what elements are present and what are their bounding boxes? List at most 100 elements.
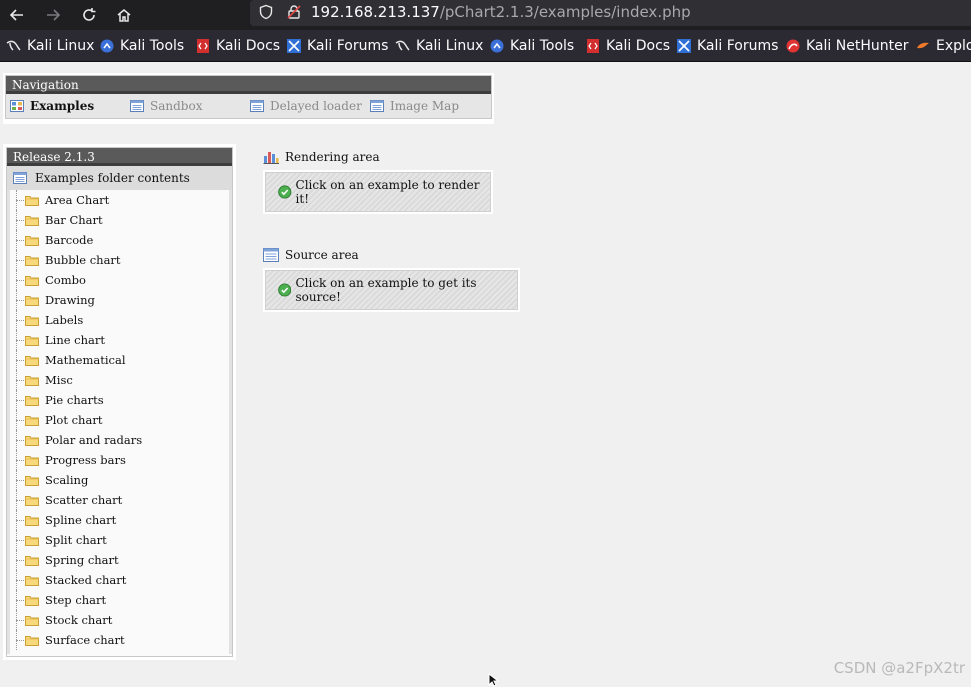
kali-docs-icon bbox=[585, 38, 601, 54]
url-path: /pChart2.1.3/examples/index.php bbox=[439, 3, 691, 21]
tab-delayed-loader[interactable]: Delayed loader bbox=[250, 94, 362, 118]
folder-item[interactable]: Split chart bbox=[10, 530, 229, 550]
reload-icon bbox=[83, 8, 96, 21]
folder-icon bbox=[25, 416, 39, 426]
home-button[interactable] bbox=[112, 3, 136, 27]
folder-icon bbox=[25, 236, 39, 246]
folder-label: Bar Chart bbox=[45, 213, 103, 227]
folder-label: Mathematical bbox=[45, 353, 126, 367]
folder-label: Labels bbox=[45, 313, 84, 327]
bookmark-kali-forums-2[interactable]: Kali Forums bbox=[676, 37, 778, 55]
folder-label: Surface chart bbox=[45, 633, 125, 647]
folder-icon bbox=[25, 436, 39, 446]
folder-icon bbox=[25, 636, 39, 646]
bookmark-kali-tools-2[interactable]: Kali Tools bbox=[489, 37, 574, 55]
folder-item[interactable]: Scaling bbox=[10, 470, 229, 490]
folder-item[interactable]: Bubble chart bbox=[10, 250, 229, 270]
source-area-title: Source area bbox=[263, 248, 359, 262]
folder-item[interactable]: Step chart bbox=[10, 590, 229, 610]
folder-contents-heading: Examples folder contents bbox=[7, 166, 232, 190]
list-window-icon bbox=[130, 100, 144, 112]
folder-item[interactable]: Stacked chart bbox=[10, 570, 229, 590]
folder-item[interactable]: Plot chart bbox=[10, 410, 229, 430]
folder-icon bbox=[25, 556, 39, 566]
kali-dragon-icon bbox=[395, 38, 411, 54]
folder-icon bbox=[25, 536, 39, 546]
folder-label: Split chart bbox=[45, 533, 107, 547]
bookmark-kali-forums[interactable]: Kali Forums bbox=[286, 37, 388, 55]
bookmark-kali-tools[interactable]: Kali Tools bbox=[99, 37, 184, 55]
folder-label: Progress bars bbox=[45, 453, 126, 467]
bookmark-exploit-db[interactable]: Exploit-DB bbox=[915, 37, 971, 55]
list-window-icon bbox=[263, 248, 279, 262]
folder-item[interactable]: Polar and radars bbox=[10, 430, 229, 450]
folder-label: Pie charts bbox=[45, 393, 104, 407]
forward-arrow-icon bbox=[47, 9, 61, 21]
folder-item[interactable]: Barcode bbox=[10, 230, 229, 250]
folder-item[interactable]: Stock chart bbox=[10, 610, 229, 630]
back-arrow-icon bbox=[9, 9, 23, 21]
tab-sandbox[interactable]: Sandbox bbox=[130, 94, 202, 118]
kali-tools-icon bbox=[489, 38, 505, 54]
url-text[interactable]: 192.168.213.137/pChart2.1.3/examples/ind… bbox=[311, 3, 691, 21]
tab-image-map[interactable]: Image Map bbox=[370, 94, 459, 118]
url-host: 192.168.213.137 bbox=[311, 3, 440, 21]
bookmark-kali-docs-2[interactable]: Kali Docs bbox=[585, 37, 670, 55]
home-icon bbox=[117, 9, 131, 22]
tracking-shield-icon[interactable] bbox=[258, 4, 274, 20]
folder-icon bbox=[25, 376, 39, 386]
bookmark-kali-docs[interactable]: Kali Docs bbox=[195, 37, 280, 55]
bookmark-kali-nethunter[interactable]: Kali NetHunter bbox=[785, 37, 908, 55]
kali-forums-icon bbox=[286, 38, 302, 54]
folder-icon bbox=[25, 456, 39, 466]
bar-chart-icon bbox=[263, 152, 279, 164]
rendering-title-label: Rendering area bbox=[285, 150, 380, 164]
folder-item[interactable]: Progress bars bbox=[10, 450, 229, 470]
release-title: Release 2.1.3 bbox=[7, 148, 232, 166]
folder-icon bbox=[25, 216, 39, 226]
folder-item[interactable]: Scatter chart bbox=[10, 490, 229, 510]
bookmark-label: Kali Docs bbox=[606, 38, 671, 54]
source-title-label: Source area bbox=[285, 248, 359, 262]
bookmark-label: Kali Linux bbox=[27, 38, 95, 54]
bookmark-kali-linux[interactable]: Kali Linux bbox=[6, 37, 94, 55]
folder-icon bbox=[25, 256, 39, 266]
forward-button[interactable] bbox=[41, 3, 65, 27]
folder-icon bbox=[25, 596, 39, 606]
folder-label: Area Chart bbox=[45, 193, 110, 207]
back-button[interactable] bbox=[5, 3, 29, 27]
folder-item[interactable]: Area Chart bbox=[10, 190, 229, 210]
folder-item[interactable]: Labels bbox=[10, 310, 229, 330]
bookmark-label: Kali Linux bbox=[416, 38, 484, 54]
insecure-lock-icon[interactable] bbox=[286, 4, 302, 20]
folder-item[interactable]: Spline chart bbox=[10, 510, 229, 530]
check-circle-icon bbox=[278, 283, 292, 297]
mouse-pointer-icon bbox=[488, 673, 500, 687]
tab-label: Image Map bbox=[390, 99, 459, 113]
folder-item[interactable]: Combo bbox=[10, 270, 229, 290]
folder-item[interactable]: Mathematical bbox=[10, 350, 229, 370]
bookmark-kali-linux-2[interactable]: Kali Linux bbox=[395, 37, 483, 55]
kali-tools-icon bbox=[99, 38, 115, 54]
bookmark-label: Kali Tools bbox=[510, 38, 575, 54]
reload-button[interactable] bbox=[77, 3, 101, 27]
bookmarks-bar: Kali Linux Kali Tools Kali Docs Kali For… bbox=[0, 30, 971, 62]
url-bar[interactable]: 192.168.213.137/pChart2.1.3/examples/ind… bbox=[250, 0, 971, 26]
tab-examples[interactable]: Examples bbox=[10, 94, 94, 118]
folder-item[interactable]: Line chart bbox=[10, 330, 229, 350]
folder-item[interactable]: Bar Chart bbox=[10, 210, 229, 230]
tab-label: Delayed loader bbox=[270, 99, 362, 113]
folder-item[interactable]: Spring chart bbox=[10, 550, 229, 570]
folder-item[interactable]: Surface chart bbox=[10, 630, 229, 650]
folder-item[interactable]: Misc bbox=[10, 370, 229, 390]
list-window-icon bbox=[13, 172, 27, 184]
folder-label: Line chart bbox=[45, 333, 106, 347]
folder-label: Polar and radars bbox=[45, 433, 143, 447]
folder-item[interactable]: Drawing bbox=[10, 290, 229, 310]
folder-icon bbox=[25, 196, 39, 206]
browser-toolbar: 192.168.213.137/pChart2.1.3/examples/ind… bbox=[0, 0, 971, 30]
folder-icon bbox=[25, 296, 39, 306]
rendering-message: Click on an example to render it! bbox=[295, 178, 480, 206]
bookmark-label: Kali Tools bbox=[120, 38, 185, 54]
folder-item[interactable]: Pie charts bbox=[10, 390, 229, 410]
